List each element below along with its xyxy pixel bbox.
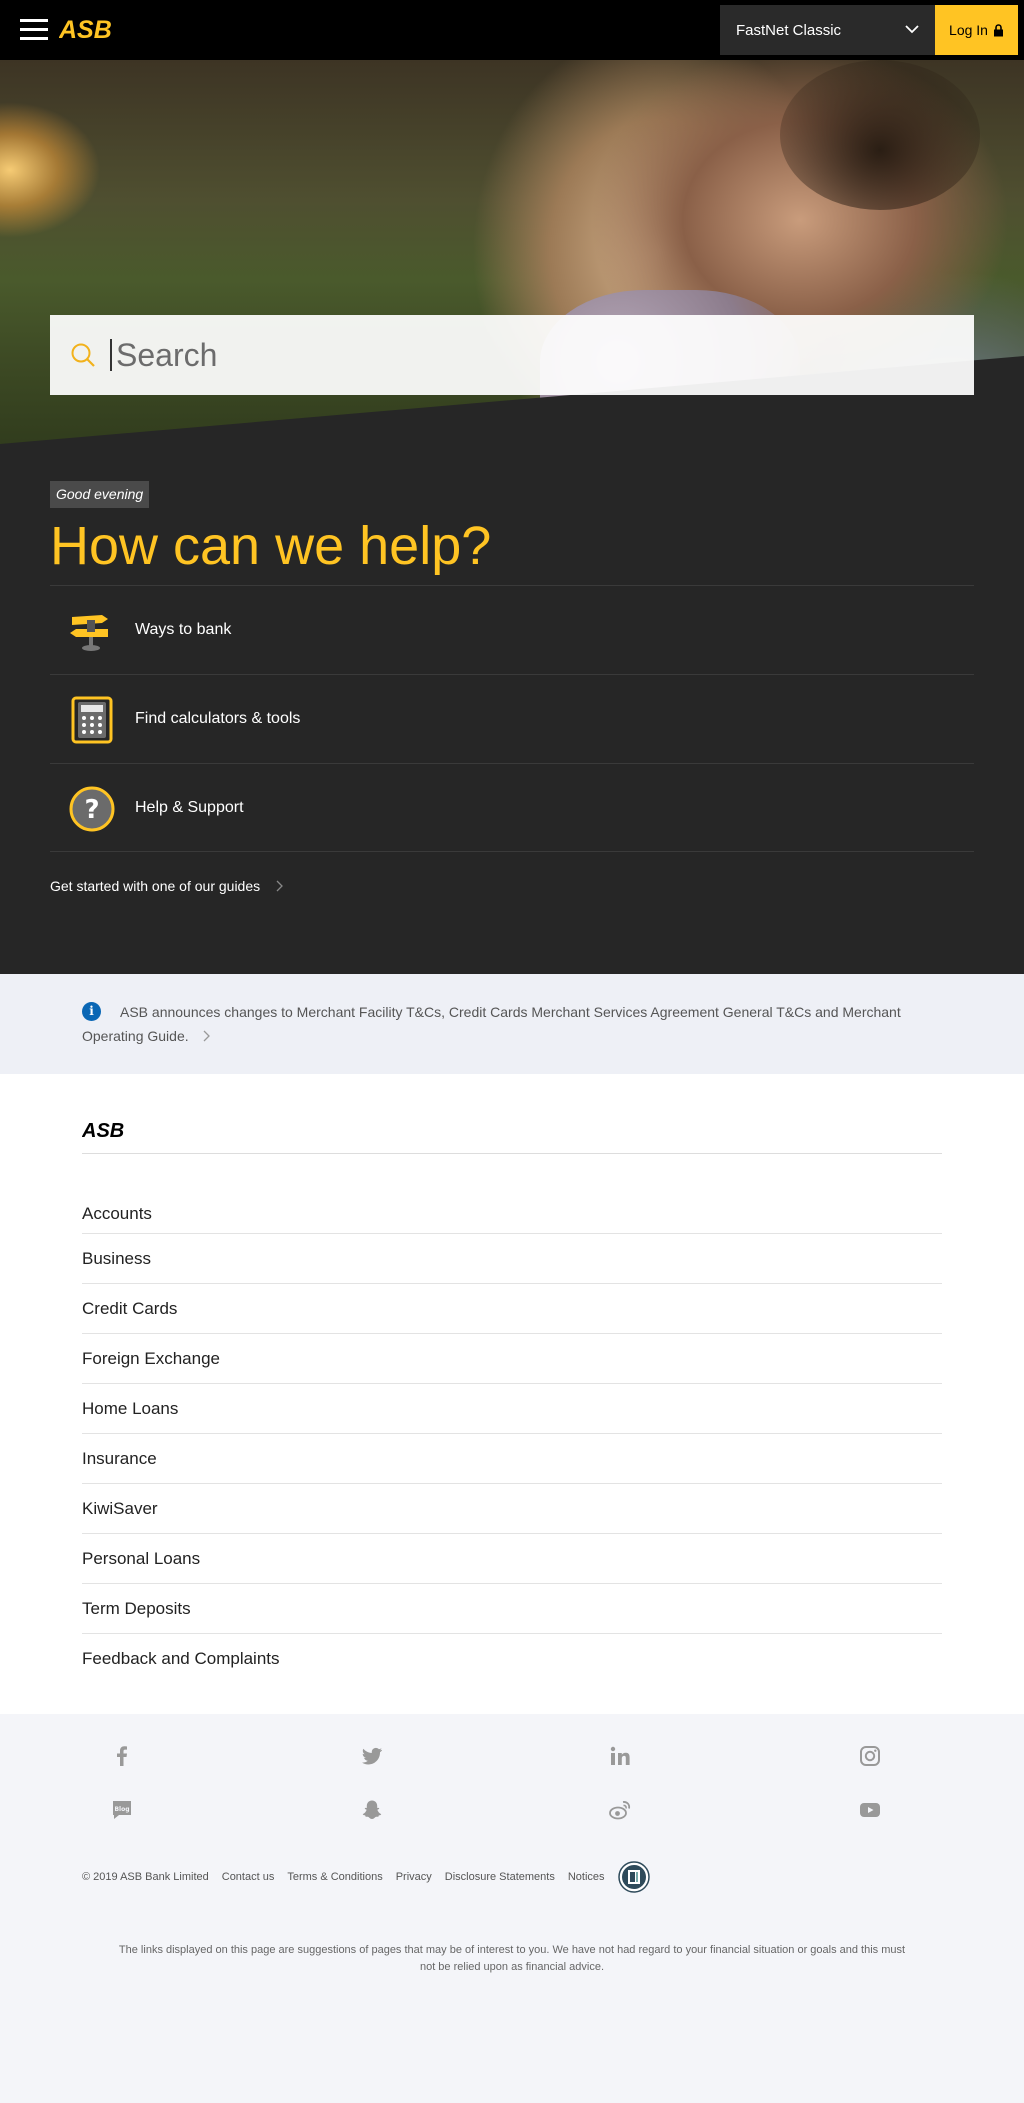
youtube-icon[interactable]	[858, 1798, 882, 1822]
legal-link-notices[interactable]: Notices	[568, 1871, 605, 1883]
svg-text:Blog: Blog	[114, 1806, 129, 1813]
legal-links: © 2019 ASB Bank Limited Contact us Terms…	[82, 1861, 650, 1893]
footer-link-personal-loans[interactable]: Personal Loans	[82, 1534, 942, 1584]
log-in-button[interactable]: Log In	[935, 5, 1018, 55]
guides-link-label: Get started with one of our guides	[50, 878, 261, 894]
lock-icon	[993, 23, 1003, 36]
footer-link-insurance[interactable]: Insurance	[82, 1434, 942, 1484]
search-icon	[71, 343, 95, 367]
footer-link-term-deposits[interactable]: Term Deposits	[82, 1584, 942, 1634]
footer-link-foreign-exchange[interactable]: Foreign Exchange	[82, 1334, 942, 1384]
social-legal-section: Blog © 2019 ASB Bank Limited Contact us …	[0, 1714, 1024, 2103]
weibo-icon[interactable]	[608, 1798, 632, 1822]
text-caret	[110, 339, 112, 371]
search-bar[interactable]	[50, 315, 974, 395]
help-item-label: Find calculators & tools	[135, 710, 301, 727]
chevron-right-icon	[203, 1030, 210, 1042]
help-item-label: Help & Support	[135, 798, 244, 816]
fastnet-classic-dropdown[interactable]: FastNet Classic	[720, 5, 935, 55]
disclaimer-text: The links displayed on this page are sug…	[118, 1944, 906, 1973]
help-item-calculators[interactable]: Find calculators & tools	[50, 674, 974, 763]
footer-link-kiwisaver[interactable]: KiwiSaver	[82, 1484, 942, 1534]
footer-link-home-loans[interactable]: Home Loans	[82, 1384, 942, 1434]
svg-text:?: ?	[84, 795, 99, 825]
svg-text:ASB: ASB	[59, 16, 112, 42]
help-item-label: Ways to bank	[135, 621, 232, 638]
legal-link-privacy[interactable]: Privacy	[396, 1871, 432, 1883]
guides-link[interactable]: Get started with one of our guides	[50, 878, 284, 894]
asb-footer-logo[interactable]: ASB	[82, 1120, 148, 1138]
chevron-down-icon	[905, 25, 919, 34]
twitter-icon[interactable]	[360, 1744, 384, 1768]
chevron-right-icon	[276, 880, 284, 892]
fastnet-label: FastNet Classic	[736, 21, 842, 39]
footer-link-credit-cards[interactable]: Credit Cards	[82, 1284, 942, 1334]
info-icon: i	[82, 1002, 101, 1021]
help-item-help-support[interactable]: ? Help & Support	[50, 763, 974, 852]
signpost-icon	[70, 615, 108, 651]
legal-link-contact-us[interactable]: Contact us	[222, 1871, 275, 1883]
legal-link-disclosure[interactable]: Disclosure Statements	[445, 1871, 555, 1883]
footer-navigation: ASB Accounts Business Credit Cards Forei…	[0, 1074, 1024, 1714]
snapchat-icon[interactable]	[360, 1798, 384, 1822]
calculator-icon	[71, 696, 113, 744]
question-mark-icon: ?	[69, 786, 115, 832]
legal-link-terms[interactable]: Terms & Conditions	[287, 1871, 382, 1883]
blog-icon[interactable]: Blog	[110, 1798, 134, 1822]
announcement-banner: ASB announces changes to Merchant Facili…	[0, 974, 1024, 1074]
footer-link-business[interactable]: Business	[82, 1234, 942, 1284]
copyright-text: © 2019 ASB Bank Limited	[82, 1871, 209, 1883]
top-nav-bar: ASB FastNet Classic Log In	[0, 0, 1024, 60]
accessibility-badge-icon[interactable]	[617, 1861, 650, 1893]
footer-link-feedback-complaints[interactable]: Feedback and Complaints	[82, 1634, 942, 1684]
instagram-icon[interactable]	[858, 1744, 882, 1768]
search-input[interactable]	[116, 333, 956, 377]
facebook-icon[interactable]	[110, 1744, 134, 1768]
footer-link-accounts[interactable]: Accounts	[82, 1204, 942, 1234]
help-section: Good evening How can we help? Ways to ba…	[0, 444, 1024, 974]
help-list: Ways to bank Find calculators & tools ? …	[50, 585, 974, 852]
hamburger-menu-icon[interactable]	[20, 19, 48, 41]
svg-text:ASB: ASB	[82, 1120, 124, 1138]
log-in-label: Log In	[949, 22, 988, 38]
linkedin-icon[interactable]	[608, 1744, 632, 1768]
divider	[82, 1153, 942, 1154]
hero-banner-image	[0, 60, 1024, 460]
announcement-link[interactable]: ASB announces changes to Merchant Facili…	[82, 1000, 942, 1048]
hero-slant-divider	[0, 356, 1024, 460]
help-item-ways-to-bank[interactable]: Ways to bank	[50, 585, 974, 674]
footer-links: Accounts Business Credit Cards Foreign E…	[82, 1204, 942, 1684]
asb-logo[interactable]: ASB	[59, 16, 141, 42]
help-title: How can we help?	[50, 516, 492, 576]
